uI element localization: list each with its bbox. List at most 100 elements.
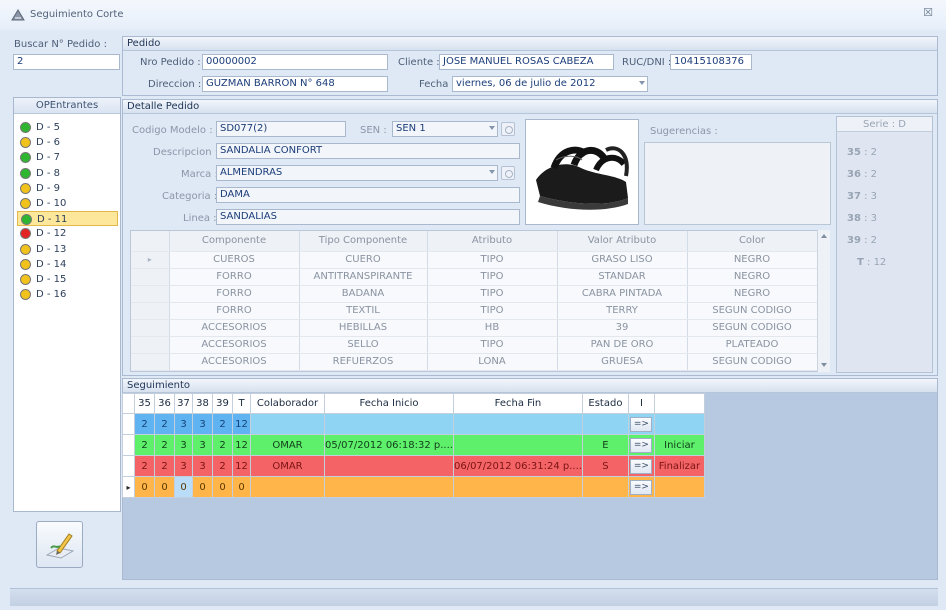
row-header[interactable] [131,336,170,354]
table-cell[interactable]: 3 [192,455,213,477]
action-label[interactable]: Iniciar [653,434,705,456]
table-cell[interactable]: FORRO [169,302,300,320]
table-cell[interactable]: SEGUN CODIGO [687,302,818,320]
action-label[interactable]: Finalizar [653,455,705,477]
table-cell[interactable] [324,476,454,498]
linea-field[interactable]: SANDALIAS [216,209,520,225]
op-item[interactable]: D - 16 [17,287,118,302]
table-cell[interactable]: FORRO [169,285,300,303]
table-cell[interactable]: 2 [134,434,155,456]
components-scrollbar[interactable] [817,230,830,372]
table-cell[interactable]: 12 [232,455,251,477]
table-row[interactable]: FORRO TEXTIL TIPO TERRY SEGUN CODIGO [131,302,818,320]
descripcion-field[interactable]: SANDALIA CONFORT [216,143,520,159]
table-row[interactable]: ACCESORIOS REFUERZOS LONA GRUESA SEGUN CODIG… [131,353,818,371]
table-cell[interactable]: OMAR [250,434,325,456]
table-cell[interactable]: S [581,455,629,477]
column-header[interactable]: 37 [174,393,193,414]
table-cell[interactable]: HB [427,319,558,337]
action-cell[interactable]: => [627,413,655,435]
table-cell[interactable]: 12 [232,434,251,456]
chevron-down-icon[interactable] [489,170,495,174]
table-cell[interactable]: FORRO [169,268,300,286]
table-cell[interactable]: 3 [192,434,213,456]
table-cell[interactable]: CUEROS [169,251,300,269]
column-header[interactable]: Componente [169,231,300,252]
action-label[interactable] [653,413,705,435]
nro-pedido-field[interactable]: 00000002 [202,54,388,70]
table-cell[interactable]: NEGRO [687,251,818,269]
table-cell[interactable] [581,413,629,435]
row-header[interactable] [131,302,170,320]
table-cell[interactable] [324,455,454,477]
search-input[interactable]: 2 [13,54,120,70]
table-cell[interactable]: SEGUN CODIGO [687,319,818,337]
table-cell[interactable] [250,413,325,435]
close-icon[interactable]: ☒ [921,6,935,20]
table-cell[interactable]: OMAR [250,455,325,477]
column-header[interactable]: 36 [154,393,175,414]
categoria-field[interactable]: DAMA [216,187,520,203]
codigo-field[interactable]: SD077(2) [216,121,346,137]
table-row[interactable]: FORRO BADANA TIPO CABRA PINTADA NEGRO [131,285,818,303]
chevron-down-icon[interactable] [639,81,645,85]
table-cell[interactable]: TIPO [427,285,558,303]
op-item[interactable]: D - 7 [17,150,118,165]
column-header[interactable]: Fecha Fin [452,393,583,414]
table-cell[interactable]: REFUERZOS [299,353,428,371]
column-header[interactable]: 35 [134,393,155,414]
go-button[interactable]: => [630,437,653,453]
column-header[interactable]: 39 [212,393,233,414]
table-cell[interactable]: TERRY [557,302,688,320]
row-header[interactable] [131,285,170,303]
go-button[interactable]: => [630,458,653,474]
row-header[interactable] [131,319,170,337]
row-header[interactable] [131,268,170,286]
op-item[interactable]: D - 5 [17,120,118,135]
column-header[interactable]: Color [687,231,818,252]
action-label[interactable] [653,476,705,498]
table-cell[interactable]: 2 [154,455,175,477]
table-cell[interactable] [581,476,629,498]
scroll-up-icon[interactable] [821,234,827,238]
table-row[interactable]: ACCESORIOS SELLO TIPO PAN DE ORO PLATEADO [131,336,818,354]
table-cell[interactable]: CUERO [299,251,428,269]
table-cell[interactable]: 2 [212,413,233,435]
table-cell[interactable]: 06/07/2012 06:31:24 p.... [452,455,583,477]
table-cell[interactable]: TIPO [427,268,558,286]
table-cell[interactable]: ANTITRANSPIRANTE [299,268,428,286]
table-cell[interactable] [324,413,454,435]
table-cell[interactable]: TIPO [427,302,558,320]
marca-combo[interactable]: ALMENDRAS [216,165,498,181]
row-header[interactable]: ▸ [122,476,135,498]
op-item[interactable]: D - 14 [17,257,118,272]
ruc-field[interactable]: 10415108376 [670,54,752,70]
fecha-picker[interactable]: viernes, 06 de julio de 2012 [452,76,648,92]
table-cell[interactable]: 3 [174,413,193,435]
go-button[interactable]: => [630,479,653,495]
column-header[interactable]: Atributo [427,231,558,252]
direccion-field[interactable]: GUZMAN BARRON N° 648 [202,76,388,92]
column-header[interactable]: Tipo Componente [299,231,428,252]
edit-button[interactable] [36,521,83,568]
table-cell[interactable]: GRUESA [557,353,688,371]
table-cell[interactable]: PLATEADO [687,336,818,354]
op-item[interactable]: D - 11 [17,211,118,227]
column-header[interactable]: 38 [192,393,213,414]
op-item[interactable]: D - 9 [17,181,118,196]
table-cell[interactable]: 0 [232,476,251,498]
op-item[interactable]: D - 6 [17,135,118,150]
sugerencias-box[interactable] [644,142,831,225]
action-cell[interactable]: => [627,455,655,477]
table-row[interactable]: FORRO ANTITRANSPIRANTE TIPO STANDAR NEGRO [131,268,818,286]
table-cell[interactable]: TIPO [427,336,558,354]
table-cell[interactable] [452,434,583,456]
table-cell[interactable]: 0 [154,476,175,498]
column-header[interactable]: Fecha Inicio [324,393,454,414]
table-cell[interactable]: 2 [134,455,155,477]
table-cell[interactable]: 12 [232,413,251,435]
op-item[interactable]: D - 8 [17,166,118,181]
cliente-field[interactable]: JOSE MANUEL ROSAS CABEZA [439,54,614,70]
table-cell[interactable]: 2 [134,413,155,435]
sen-add-button[interactable] [501,122,515,136]
